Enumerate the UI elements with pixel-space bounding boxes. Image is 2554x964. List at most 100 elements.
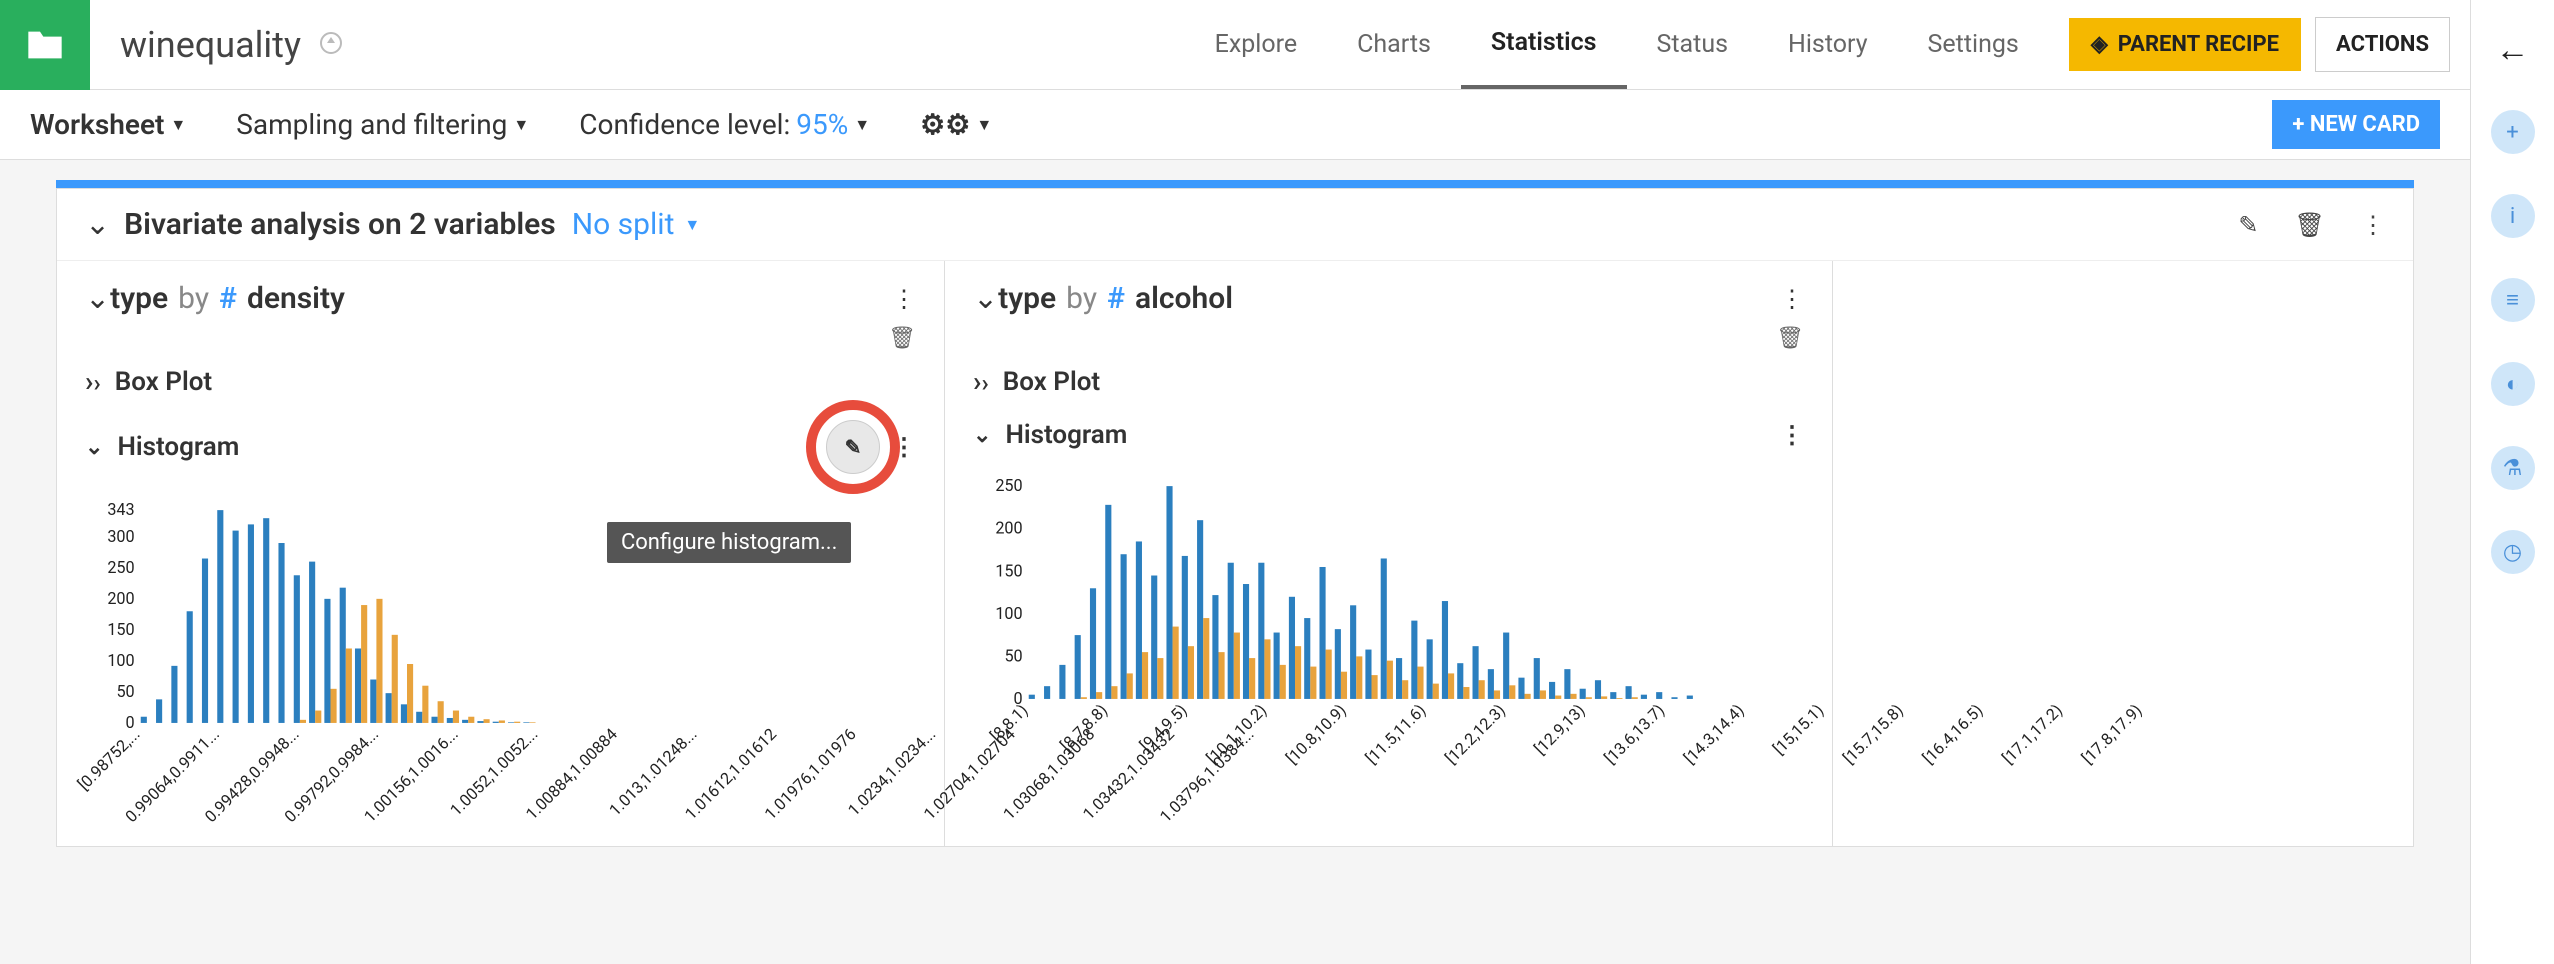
more-icon[interactable]: ⋮	[2361, 211, 2385, 239]
gear-dropdown[interactable]: ⚙⚙ ▼	[920, 108, 992, 141]
actions-button[interactable]: ACTIONS	[2315, 17, 2450, 72]
rail-info-icon[interactable]: i	[2491, 194, 2535, 238]
svg-text:100: 100	[107, 651, 134, 670]
panel-variable: alcohol	[1135, 281, 1233, 316]
content-area: ⌄ Bivariate analysis on 2 variables No s…	[0, 160, 2470, 964]
panel-type-label: type	[110, 281, 168, 316]
panel-type-label: type	[998, 281, 1056, 316]
svg-text:100: 100	[995, 604, 1022, 623]
section-header: ⌄ Bivariate analysis on 2 variables No s…	[57, 189, 2413, 261]
histogram-header: ⌄ Histogram ⋮	[945, 412, 1832, 458]
svg-text:[12.2,12.3): [12.2,12.3)	[1442, 700, 1509, 767]
tab-history[interactable]: History	[1758, 0, 1898, 89]
caret-down-icon: ▼	[976, 115, 992, 135]
boxplot-label: Box Plot	[1003, 367, 1100, 397]
tab-charts[interactable]: Charts	[1327, 0, 1461, 89]
svg-text:[8.7,8.8): [8.7,8.8)	[1057, 700, 1112, 755]
histogram-chart-alcohol: 050100150200250[8,8.1)[8.7,8.8)[9.4,9.5)…	[945, 458, 1832, 822]
panel-density: ⌄ type by # density ⋮ 🗑 ›	[57, 261, 945, 846]
confidence-value: 95%	[796, 108, 848, 141]
split-label: No split	[572, 207, 675, 242]
panel-by-label: by	[178, 281, 209, 316]
rail-comment-icon[interactable]: ◐	[2491, 362, 2535, 406]
sampling-dropdown[interactable]: Sampling and filtering ▼	[236, 108, 529, 141]
configure-histogram-button[interactable]: ✎	[826, 420, 880, 474]
svg-text:343: 343	[107, 500, 134, 519]
tab-statistics[interactable]: Statistics	[1461, 0, 1627, 89]
tooltip: Configure histogram...	[607, 522, 851, 563]
panel-variable: density	[247, 281, 345, 316]
split-dropdown[interactable]: No split ▼	[572, 207, 701, 242]
sampling-label: Sampling and filtering	[236, 108, 507, 141]
chevron-down-icon[interactable]: ⌄	[85, 435, 103, 460]
edit-icon[interactable]: ✎	[2238, 211, 2258, 239]
hash-icon: #	[1107, 281, 1125, 316]
more-icon[interactable]: ⋮	[1780, 421, 1804, 449]
topbar: winequality Explore Charts Statistics St…	[0, 0, 2470, 90]
histogram-label: Histogram	[1005, 420, 1127, 450]
caret-down-icon: ▼	[684, 215, 700, 235]
chevron-down-icon[interactable]: ⌄	[973, 281, 998, 316]
worksheet-label: Worksheet	[30, 108, 164, 141]
more-icon[interactable]: ⋮	[892, 433, 916, 461]
histogram-header: ⌄ Histogram ✎ ⋮ Configure histogram...	[57, 412, 944, 482]
svg-text:[12.9,13): [12.9,13)	[1531, 700, 1589, 758]
svg-text:200: 200	[995, 519, 1022, 538]
svg-text:50: 50	[116, 682, 134, 701]
trash-icon[interactable]: 🗑	[1776, 326, 1804, 351]
chevron-right-icon: ›	[85, 365, 101, 398]
svg-text:250: 250	[107, 558, 134, 577]
chevron-right-icon: ›	[973, 365, 989, 398]
tab-explore[interactable]: Explore	[1185, 0, 1327, 89]
trash-icon[interactable]: 🗑	[888, 326, 916, 351]
section-actions: ✎ 🗑 ⋮	[2238, 211, 2385, 239]
dataset-icon[interactable]	[0, 0, 90, 90]
more-icon[interactable]: ⋮	[1780, 285, 1804, 313]
chevron-down-icon[interactable]: ⌄	[973, 423, 991, 448]
svg-text:200: 200	[107, 589, 134, 608]
svg-text:[15,15.1): [15,15.1)	[1769, 700, 1827, 758]
rail-plus-icon[interactable]: +	[2491, 110, 2535, 154]
rail-lab-icon[interactable]: ⚗	[2491, 446, 2535, 490]
refresh-icon[interactable]	[319, 31, 343, 59]
trash-icon[interactable]: 🗑	[2295, 211, 2325, 239]
boxplot-toggle[interactable]: › Box Plot	[57, 351, 944, 412]
card-accent-bar	[56, 180, 2414, 188]
gears-icon: ⚙⚙	[920, 108, 970, 141]
hash-icon: #	[219, 281, 237, 316]
page-title: winequality	[120, 24, 301, 66]
panel-header: ⌄ type by # density ⋮	[57, 261, 944, 316]
empty-panel	[1833, 261, 2413, 846]
section-title: Bivariate analysis on 2 variables	[124, 207, 556, 242]
chevron-down-icon[interactable]: ⌄	[85, 207, 110, 242]
panel-alcohol: ⌄ type by # alcohol ⋮ 🗑 ›	[945, 261, 1833, 846]
svg-text:300: 300	[107, 527, 134, 546]
svg-text:[9.4,9.5): [9.4,9.5)	[1136, 700, 1191, 755]
more-icon[interactable]: ⋮	[892, 285, 916, 313]
boxplot-toggle[interactable]: › Box Plot	[945, 351, 1832, 412]
chevron-down-icon[interactable]: ⌄	[85, 281, 110, 316]
svg-text:250: 250	[995, 476, 1022, 495]
svg-text:[8,8.1): [8,8.1)	[987, 700, 1032, 745]
svg-text:[10.8,10.9): [10.8,10.9)	[1282, 700, 1349, 767]
parent-recipe-button[interactable]: ◈ PARENT RECIPE	[2069, 18, 2301, 71]
right-rail: ← + i ≡ ◐ ⚗ ◷	[2470, 0, 2554, 964]
tab-settings[interactable]: Settings	[1898, 0, 2049, 89]
svg-text:50: 50	[1004, 646, 1022, 665]
svg-text:150: 150	[995, 561, 1022, 580]
svg-text:[11.5,11.6): [11.5,11.6)	[1362, 700, 1429, 767]
new-card-button[interactable]: + NEW CARD	[2272, 100, 2440, 149]
svg-text:[14.3,14.4): [14.3,14.4)	[1680, 700, 1747, 767]
confidence-dropdown[interactable]: Confidence level: 95% ▼	[579, 108, 870, 141]
boxplot-label: Box Plot	[115, 367, 212, 397]
tab-status[interactable]: Status	[1627, 0, 1758, 89]
worksheet-dropdown[interactable]: Worksheet▼	[30, 108, 186, 141]
back-arrow-icon[interactable]: ←	[2496, 30, 2530, 70]
svg-text:[10.1,10.2): [10.1,10.2)	[1203, 700, 1270, 767]
highlight-ring	[806, 400, 900, 494]
svg-text:[0.98752,...: [0.98752,...	[74, 724, 143, 793]
caret-down-icon: ▼	[513, 115, 529, 135]
rail-clock-icon[interactable]: ◷	[2491, 530, 2535, 574]
rail-list-icon[interactable]: ≡	[2491, 278, 2535, 322]
svg-text:[13.6,13.7): [13.6,13.7)	[1601, 700, 1668, 767]
